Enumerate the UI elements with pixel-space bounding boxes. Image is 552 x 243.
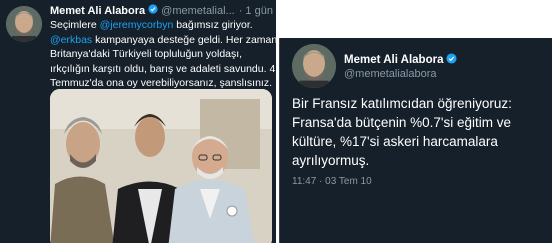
tweet-text: Seçimlere @jeremycorbyn bağımsız giriyor… bbox=[50, 18, 276, 91]
display-name[interactable]: Memet Ali Alabora bbox=[344, 54, 443, 66]
text-line: ayrılıyormuş. bbox=[292, 153, 370, 168]
name-row: Memet Ali Alabora bbox=[344, 53, 460, 67]
handle[interactable]: @memetalialabora bbox=[344, 68, 437, 80]
handle[interactable]: @memetalial... bbox=[161, 5, 235, 17]
photo-image bbox=[50, 89, 272, 243]
text-line: kültüre, %17'si askeri harcamalara bbox=[292, 134, 498, 149]
avatar[interactable] bbox=[292, 44, 336, 88]
left-tweet: Memet Ali Alabora @memetalial... · 1 gün… bbox=[0, 0, 276, 243]
mention-link[interactable]: @jeremycorbyn bbox=[100, 19, 174, 31]
separator bbox=[279, 0, 552, 38]
avatar-image bbox=[6, 6, 42, 42]
tweet-text: Bir Fransız katılımcıdan öğreniyoruz: Fr… bbox=[292, 94, 550, 170]
text-fragment: kampanyaya desteğe geldi. Her zaman bbox=[92, 33, 276, 46]
mention-link[interactable]: @erkbas bbox=[50, 34, 92, 46]
tweet-time[interactable]: · 1 gün bbox=[239, 5, 273, 17]
avatar-image bbox=[292, 44, 336, 88]
tweet-photo[interactable] bbox=[50, 89, 272, 243]
name-row: Memet Ali Alabora @memetalial... · 1 gün bbox=[50, 4, 273, 17]
text-line: ırkçılığın karşıtı oldu, barış ve adalet… bbox=[50, 62, 276, 75]
text-line: Bir Fransız katılımcıdan öğreniyoruz: bbox=[292, 96, 512, 111]
tweet-timestamp[interactable]: 11:47 · 03 Tem 10 bbox=[292, 176, 372, 187]
text-fragment: bağımsız giriyor. bbox=[173, 19, 253, 31]
verified-badge-icon bbox=[148, 4, 158, 17]
text-line: Fransa'da bütçenin %0.7'si eğitim ve bbox=[292, 115, 512, 130]
text-fragment: Seçimlere bbox=[50, 19, 100, 31]
text-line: Britanya'daki Türkiyeli topluluğun yolda… bbox=[50, 48, 243, 60]
avatar[interactable] bbox=[6, 6, 42, 42]
right-tweet: Memet Ali Alabora @memetalialabora Bir F… bbox=[279, 38, 552, 243]
display-name[interactable]: Memet Ali Alabora bbox=[50, 5, 145, 17]
verified-badge-icon bbox=[446, 53, 458, 67]
